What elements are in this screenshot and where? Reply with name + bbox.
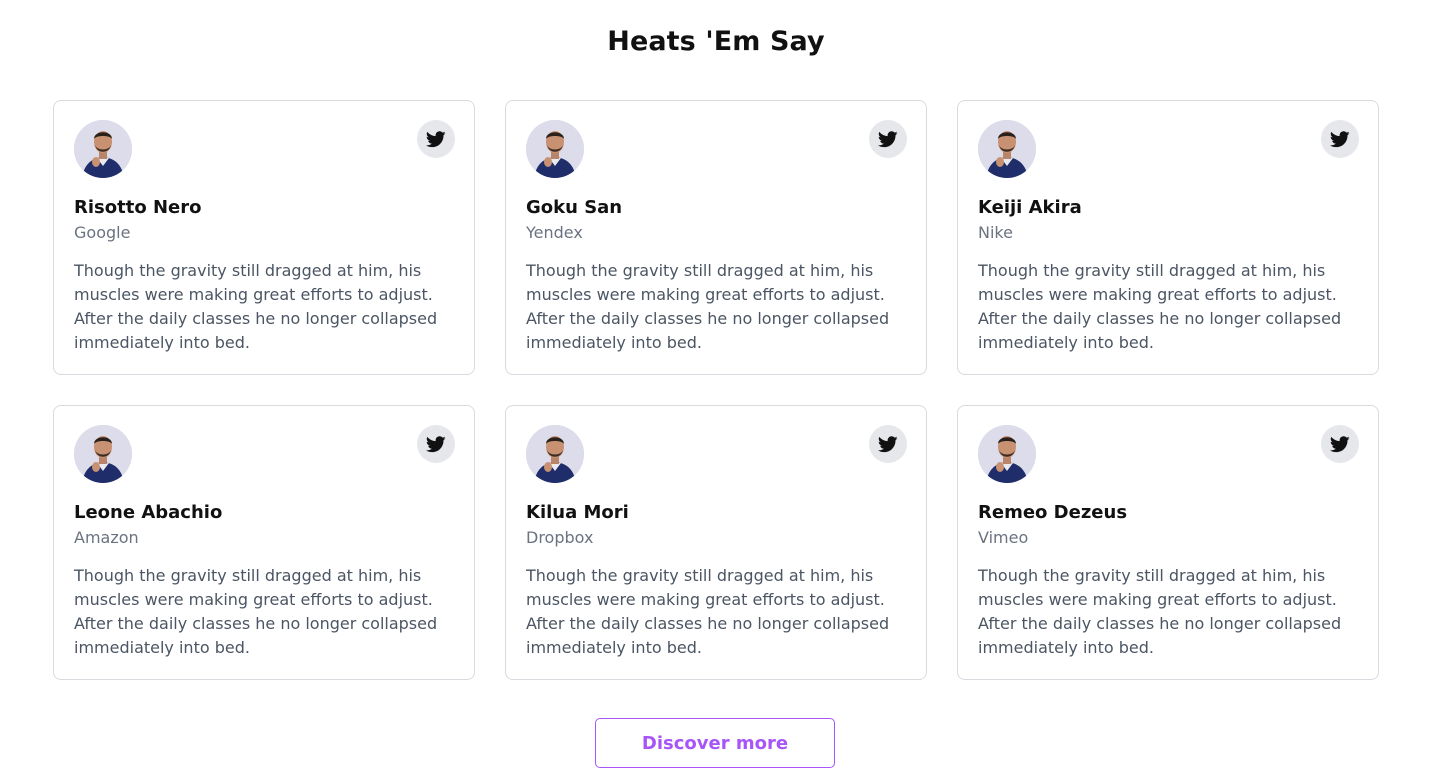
testimonial-name: Remeo Dezeus bbox=[978, 502, 1128, 523]
twitter-icon[interactable] bbox=[417, 120, 455, 158]
twitter-icon[interactable] bbox=[417, 425, 455, 463]
testimonial-name: Kilua Mori bbox=[526, 502, 629, 523]
twitter-icon[interactable] bbox=[1321, 425, 1359, 463]
testimonial-name: Goku San bbox=[526, 197, 623, 218]
testimonial-name: Risotto Nero bbox=[74, 197, 202, 218]
testimonial-company: Vimeo bbox=[978, 528, 1029, 547]
avatar bbox=[74, 425, 132, 483]
testimonial-company: Amazon bbox=[74, 528, 139, 547]
testimonial-company: Nike bbox=[978, 223, 1013, 242]
twitter-icon[interactable] bbox=[1321, 120, 1359, 158]
testimonial-card: Remeo Dezeus Vimeo Though the gravity st… bbox=[957, 405, 1379, 680]
testimonial-card: Risotto Nero Google Though the gravity s… bbox=[53, 100, 475, 375]
testimonial-name: Leone Abachio bbox=[74, 502, 223, 523]
avatar bbox=[74, 120, 132, 178]
twitter-icon[interactable] bbox=[869, 120, 907, 158]
testimonial-company: Dropbox bbox=[526, 528, 594, 547]
avatar bbox=[978, 425, 1036, 483]
testimonial-name: Keiji Akira bbox=[978, 197, 1082, 218]
testimonial-quote: Though the gravity still dragged at him,… bbox=[978, 566, 1342, 657]
testimonial-card: Kilua Mori Dropbox Though the gravity st… bbox=[505, 405, 927, 680]
avatar bbox=[526, 425, 584, 483]
testimonial-card: Goku San Yendex Though the gravity still… bbox=[505, 100, 927, 375]
testimonial-quote: Though the gravity still dragged at him,… bbox=[526, 261, 890, 352]
avatar bbox=[978, 120, 1036, 178]
testimonial-quote: Though the gravity still dragged at him,… bbox=[526, 566, 890, 657]
testimonial-quote: Though the gravity still dragged at him,… bbox=[74, 566, 438, 657]
discover-more-button[interactable]: Discover more bbox=[595, 718, 835, 768]
twitter-icon[interactable] bbox=[869, 425, 907, 463]
testimonial-grid: Risotto Nero Google Though the gravity s… bbox=[53, 100, 1379, 680]
testimonial-quote: Though the gravity still dragged at him,… bbox=[978, 261, 1342, 352]
section-title: Heats 'Em Say bbox=[607, 26, 825, 57]
testimonials-page: Heats 'Em Say Risotto Nero Google Though… bbox=[0, 0, 1432, 773]
testimonial-company: Yendex bbox=[526, 223, 583, 242]
avatar bbox=[526, 120, 584, 178]
testimonial-company: Google bbox=[74, 223, 131, 242]
testimonial-quote: Though the gravity still dragged at him,… bbox=[74, 261, 438, 352]
testimonial-card: Leone Abachio Amazon Though the gravity … bbox=[53, 405, 475, 680]
testimonial-card: Keiji Akira Nike Though the gravity stil… bbox=[957, 100, 1379, 375]
